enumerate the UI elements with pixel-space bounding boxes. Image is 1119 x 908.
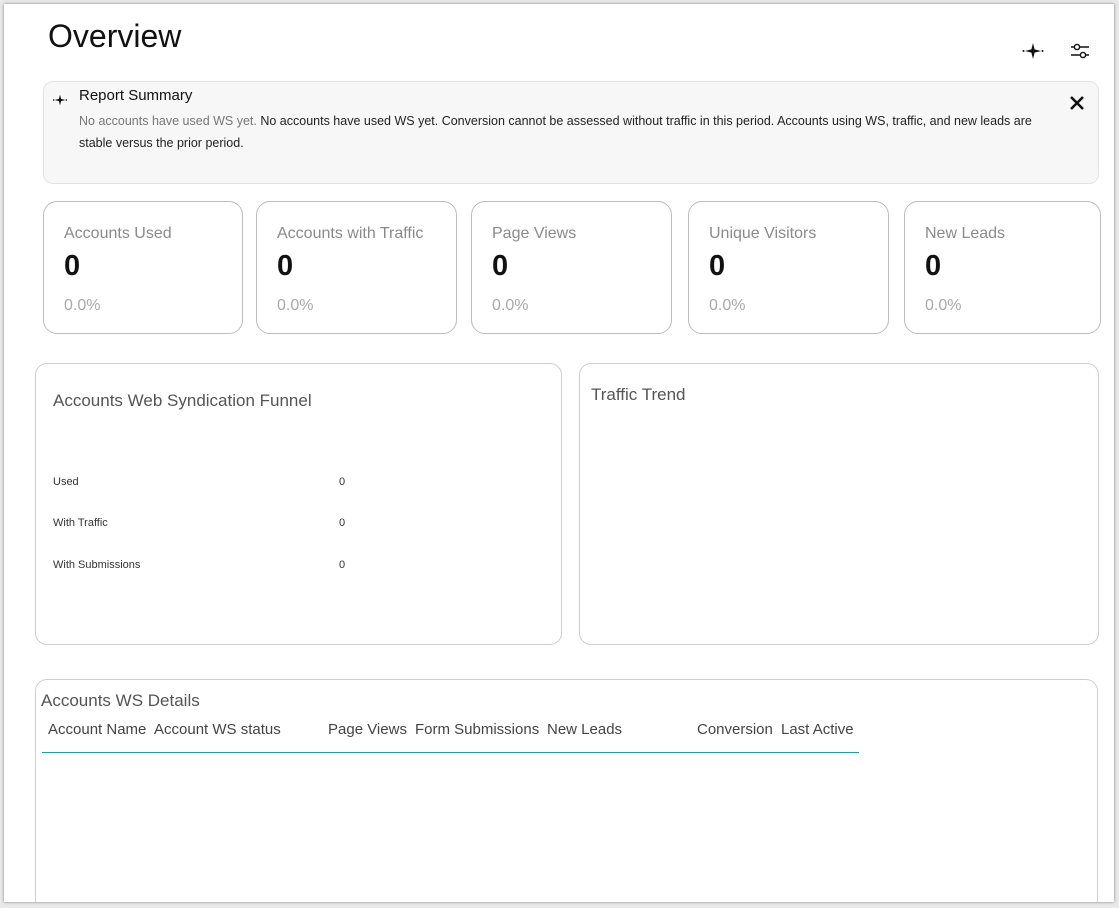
kpi-card-accounts-with-traffic: Accounts with Traffic 0 0.0% bbox=[256, 201, 457, 334]
column-header-conversion[interactable]: Conversion bbox=[697, 721, 773, 738]
column-header-form-submissions[interactable]: Form Submissions bbox=[415, 721, 539, 738]
column-header-last-active[interactable]: Last Active bbox=[781, 721, 854, 738]
funnel-title: Accounts Web Syndication Funnel bbox=[53, 391, 312, 410]
app-window: Overview Report Summary No accounts have… bbox=[4, 4, 1114, 902]
kpi-delta: 0.0% bbox=[709, 297, 746, 314]
kpi-card-unique-visitors: Unique Visitors 0 0.0% bbox=[688, 201, 889, 334]
funnel-row-value: 0 bbox=[339, 476, 346, 488]
column-header-page-views[interactable]: Page Views bbox=[328, 721, 407, 738]
funnel-row-label: Used bbox=[53, 476, 79, 488]
kpi-label: Accounts Used bbox=[64, 225, 172, 242]
sparkle-icon[interactable] bbox=[1020, 38, 1046, 64]
close-icon[interactable] bbox=[1064, 90, 1090, 116]
funnel-row-value: 0 bbox=[339, 517, 346, 529]
kpi-delta: 0.0% bbox=[492, 297, 529, 314]
table-header-divider bbox=[42, 752, 859, 753]
kpi-card-new-leads: New Leads 0 0.0% bbox=[904, 201, 1101, 334]
page-title: Overview bbox=[48, 18, 182, 54]
column-header-account-name[interactable]: Account Name bbox=[48, 721, 146, 738]
kpi-label: New Leads bbox=[925, 225, 1006, 242]
sparkle-icon bbox=[52, 92, 68, 113]
column-header-new-leads[interactable]: New Leads bbox=[547, 721, 622, 738]
kpi-delta: 0.0% bbox=[277, 297, 314, 314]
funnel-row-label: With Submissions bbox=[53, 559, 141, 571]
kpi-label: Accounts with Traffic bbox=[277, 225, 424, 242]
kpi-label: Page Views bbox=[492, 225, 577, 242]
details-panel: Accounts WS Details Account Name Account… bbox=[35, 679, 1098, 902]
traffic-trend-title: Traffic Trend bbox=[591, 385, 686, 404]
column-header-account-ws-status[interactable]: Account WS status bbox=[154, 721, 281, 738]
kpi-value: 0 bbox=[709, 250, 726, 282]
funnel-panel: Accounts Web Syndication Funnel Used 0 W… bbox=[35, 363, 562, 645]
kpi-delta: 0.0% bbox=[925, 297, 962, 314]
kpi-label: Unique Visitors bbox=[709, 225, 817, 242]
kpi-delta: 0.0% bbox=[64, 297, 101, 314]
kpi-card-page-views: Page Views 0 0.0% bbox=[471, 201, 672, 334]
kpi-value: 0 bbox=[64, 250, 81, 282]
summary-muted-text: No accounts have used WS yet. bbox=[79, 114, 257, 128]
kpi-value: 0 bbox=[277, 250, 294, 282]
funnel-row-label: With Traffic bbox=[53, 517, 108, 529]
kpi-card-accounts-used: Accounts Used 0 0.0% bbox=[43, 201, 243, 334]
funnel-row-value: 0 bbox=[339, 559, 346, 571]
details-title: Accounts WS Details bbox=[41, 691, 200, 710]
traffic-trend-panel: Traffic Trend bbox=[579, 363, 1099, 645]
report-summary: Report Summary No accounts have used WS … bbox=[43, 81, 1099, 184]
sliders-icon[interactable] bbox=[1067, 38, 1093, 64]
summary-title: Report Summary bbox=[79, 87, 193, 104]
kpi-value: 0 bbox=[492, 250, 509, 282]
summary-text: No accounts have used WS yet. No account… bbox=[79, 110, 1059, 154]
kpi-value: 0 bbox=[925, 250, 942, 282]
